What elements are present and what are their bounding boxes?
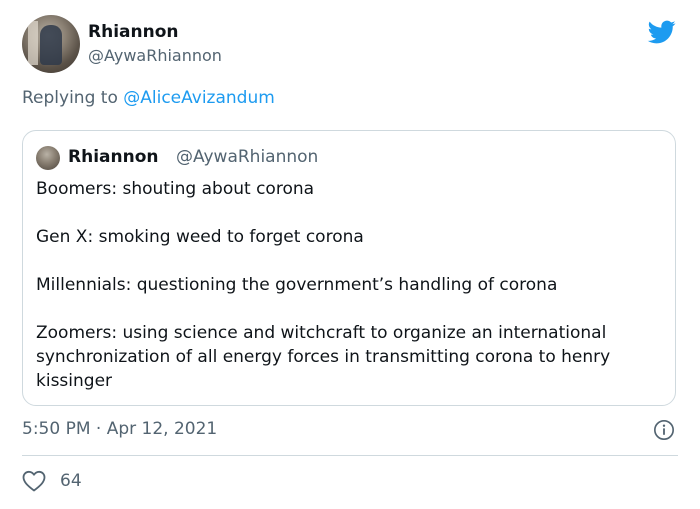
- like-action[interactable]: 64: [22, 470, 82, 492]
- replying-prefix: Replying to: [22, 88, 124, 108]
- quoted-paragraph: Zoomers: using science and witchcraft to…: [36, 323, 611, 391]
- author-handle[interactable]: @AywaRhiannon: [88, 46, 222, 65]
- quoted-paragraph: Millennials: questioning the government’…: [36, 275, 558, 295]
- quoted-tweet-card[interactable]: Rhiannon @AywaRhiannon Boomers: shouting…: [22, 130, 676, 406]
- twitter-bird-icon[interactable]: [646, 18, 678, 46]
- quoted-author-handle: @AywaRhiannon: [176, 147, 319, 167]
- tweet-timestamp[interactable]: 5:50 PM · Apr 12, 2021: [22, 419, 217, 439]
- quoted-paragraph: Gen X: smoking weed to forget corona: [36, 227, 364, 247]
- quoted-author-name: Rhiannon: [68, 147, 159, 167]
- author-name[interactable]: Rhiannon: [88, 22, 178, 42]
- quoted-paragraph: Boomers: shouting about corona: [36, 179, 315, 199]
- avatar-photo-figure: [40, 25, 62, 65]
- replying-to-line: Replying to @AliceAvizandum: [22, 88, 275, 108]
- divider: [22, 455, 678, 456]
- avatar-photo-detail: [28, 21, 38, 65]
- heart-icon[interactable]: [22, 470, 46, 492]
- replying-to-mention[interactable]: @AliceAvizandum: [123, 88, 275, 108]
- like-count: 64: [60, 471, 82, 491]
- quoted-avatar[interactable]: [36, 146, 60, 170]
- info-icon[interactable]: [653, 419, 675, 441]
- quoted-tweet-text: Boomers: shouting about corona Gen X: sm…: [36, 177, 661, 393]
- avatar[interactable]: [22, 15, 80, 73]
